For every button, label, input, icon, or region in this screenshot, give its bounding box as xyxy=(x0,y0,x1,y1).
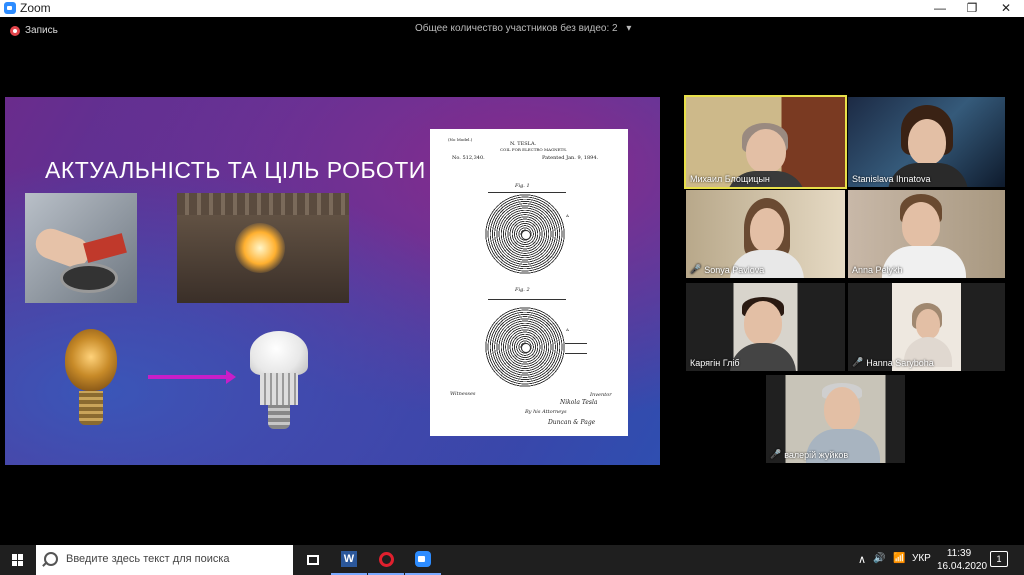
attorney-names: Duncan & Page xyxy=(548,419,596,426)
nonvideo-count-label: Общее количество участников без видео: 2 xyxy=(415,23,618,34)
inventor-signature: Nikola Tesla xyxy=(560,399,598,406)
taskbar-clock[interactable]: 11:39 16.04.2020 xyxy=(937,547,988,573)
attorneys-label: By his Attorneys xyxy=(525,409,567,415)
participant-face xyxy=(824,387,860,431)
muted-mic-icon: 🎤 xyxy=(690,264,702,274)
participant-face xyxy=(908,119,946,165)
record-icon xyxy=(10,25,20,36)
bulb-glass xyxy=(65,329,117,391)
participant-face xyxy=(916,309,940,339)
participant-name-label: Михаил Блощицын xyxy=(690,174,770,184)
wireless-charger-photo xyxy=(25,193,137,303)
witnesses-label: Witnesses xyxy=(450,391,476,397)
opera-taskbar-button[interactable] xyxy=(368,545,404,575)
fig1-mark-a: A xyxy=(566,213,569,218)
coil1-lead-line xyxy=(488,192,566,193)
fig1-label: Fig. 1 xyxy=(515,183,530,189)
video-tile-participant-4[interactable]: Anna Pelykh xyxy=(848,190,1005,278)
participant-face xyxy=(746,129,786,173)
participant-face xyxy=(902,202,940,248)
coil2-lead-line xyxy=(488,299,566,300)
video-tile-participant-3[interactable]: 🎤 Sonya Pavlova xyxy=(686,190,845,278)
video-tile-participant-6[interactable]: 🎤 Hanna Saryboha xyxy=(848,283,1005,371)
patent-number: No. 512,340. xyxy=(452,155,485,161)
slide-title: АКТУАЛЬНІСТЬ ТА ЦІЛЬ РОБОТИ xyxy=(45,157,426,183)
zoom-logo-icon xyxy=(4,2,16,14)
word-taskbar-button[interactable]: W xyxy=(331,545,367,575)
video-tile-participant-2[interactable]: Stanislava Ihnatova xyxy=(848,97,1005,187)
meeting-top-bar: Запись Общее количество участников без в… xyxy=(0,17,1024,45)
led-bulb-dome xyxy=(250,331,308,375)
charging-pad-shape xyxy=(60,263,118,293)
language-indicator[interactable]: УКР xyxy=(912,553,931,564)
search-placeholder: Введите здесь текст для поиска xyxy=(66,553,230,565)
muted-mic-icon: 🎤 xyxy=(770,449,782,459)
title-bar: Zoom — ❐ ✕ xyxy=(0,0,1024,17)
led-bulb-fins xyxy=(260,373,298,405)
molten-metal-glow xyxy=(235,223,285,273)
shared-screen-slide: АКТУАЛЬНІСТЬ ТА ЦІЛЬ РОБОТИ (No Model.) … xyxy=(5,97,660,465)
furnace-pipes-shape xyxy=(177,193,349,215)
patent-model-note: (No Model.) xyxy=(448,137,473,142)
windows-taskbar: Введите здесь текст для поиска W ∧ 🔊 📶 У… xyxy=(0,545,1024,575)
led-bulb-base xyxy=(268,405,290,429)
participant-name-label: Stanislava Ihnatova xyxy=(852,174,931,184)
coil2-terminal-bottom xyxy=(565,353,587,354)
recording-indicator[interactable]: Запись xyxy=(10,25,58,36)
opera-icon xyxy=(378,551,394,567)
coil2-terminal-top xyxy=(565,343,587,344)
zoom-taskbar-button[interactable] xyxy=(405,545,441,575)
fig2-label: Fig. 2 xyxy=(515,287,530,293)
patent-subject: COIL FOR ELECTRO MAGNETS. xyxy=(500,147,568,152)
participant-name-label: Карягін Гліб xyxy=(690,358,740,368)
clock-date: 16.04.2020 xyxy=(937,561,988,572)
windows-logo-icon xyxy=(12,554,24,566)
video-tile-participant-5[interactable]: Карягін Гліб xyxy=(686,283,845,371)
minimize-button[interactable]: — xyxy=(924,0,956,17)
start-button[interactable] xyxy=(0,545,36,575)
inventor-label: Inventor xyxy=(590,392,612,398)
muted-mic-icon: 🎤 xyxy=(852,357,864,367)
incandescent-bulb-image xyxy=(65,329,117,429)
participant-name-label: Anna Pelykh xyxy=(852,265,903,275)
task-view-icon xyxy=(307,555,319,565)
tray-chevron-icon[interactable]: ∧ xyxy=(858,553,866,566)
bulb-base xyxy=(79,391,103,425)
notifications-button[interactable]: 1 xyxy=(990,551,1008,567)
chevron-down-icon: ▾ xyxy=(626,23,632,34)
phone-shape xyxy=(83,233,127,263)
video-tile-participant-7[interactable]: 🎤 валерій жуйков xyxy=(766,375,905,463)
coil-fig1-drawing xyxy=(485,194,565,274)
participant-name-label: 🎤 Sonya Pavlova xyxy=(690,264,765,275)
app-title: Zoom xyxy=(4,1,51,15)
participant-name-label: 🎤 Hanna Saryboha xyxy=(852,357,934,368)
window-title: Zoom xyxy=(20,1,51,15)
recording-label: Запись xyxy=(25,25,58,36)
search-icon xyxy=(44,552,58,566)
participant-name-label: 🎤 валерій жуйков xyxy=(770,449,849,460)
participant-face xyxy=(750,208,784,252)
nonvideo-participants-dropdown[interactable]: Общее количество участников без видео: 2… xyxy=(415,23,631,34)
tesla-patent-drawing: (No Model.) N. TESLA. COIL FOR ELECTRO M… xyxy=(430,129,628,436)
word-icon: W xyxy=(341,551,357,567)
patent-date: Patented Jan. 9, 1894. xyxy=(542,155,599,161)
restore-button[interactable]: ❐ xyxy=(956,0,988,17)
coil-fig2-drawing xyxy=(485,307,565,387)
fig2-mark-a: A xyxy=(566,327,569,332)
clock-time: 11:39 xyxy=(946,548,972,559)
participant-face xyxy=(744,301,782,345)
arrow-right-icon xyxy=(148,370,236,384)
video-tile-participant-1[interactable]: Михаил Блощицын xyxy=(684,95,847,189)
led-bulb-image xyxy=(250,331,310,431)
close-button[interactable]: ✕ xyxy=(990,0,1022,17)
taskbar-search-box[interactable]: Введите здесь текст для поиска xyxy=(36,545,293,575)
task-view-button[interactable] xyxy=(295,545,331,575)
network-icon[interactable]: 📶 xyxy=(893,553,905,564)
zoom-icon xyxy=(415,551,431,567)
induction-furnace-photo xyxy=(177,193,349,303)
volume-icon[interactable]: 🔊 xyxy=(873,553,885,564)
